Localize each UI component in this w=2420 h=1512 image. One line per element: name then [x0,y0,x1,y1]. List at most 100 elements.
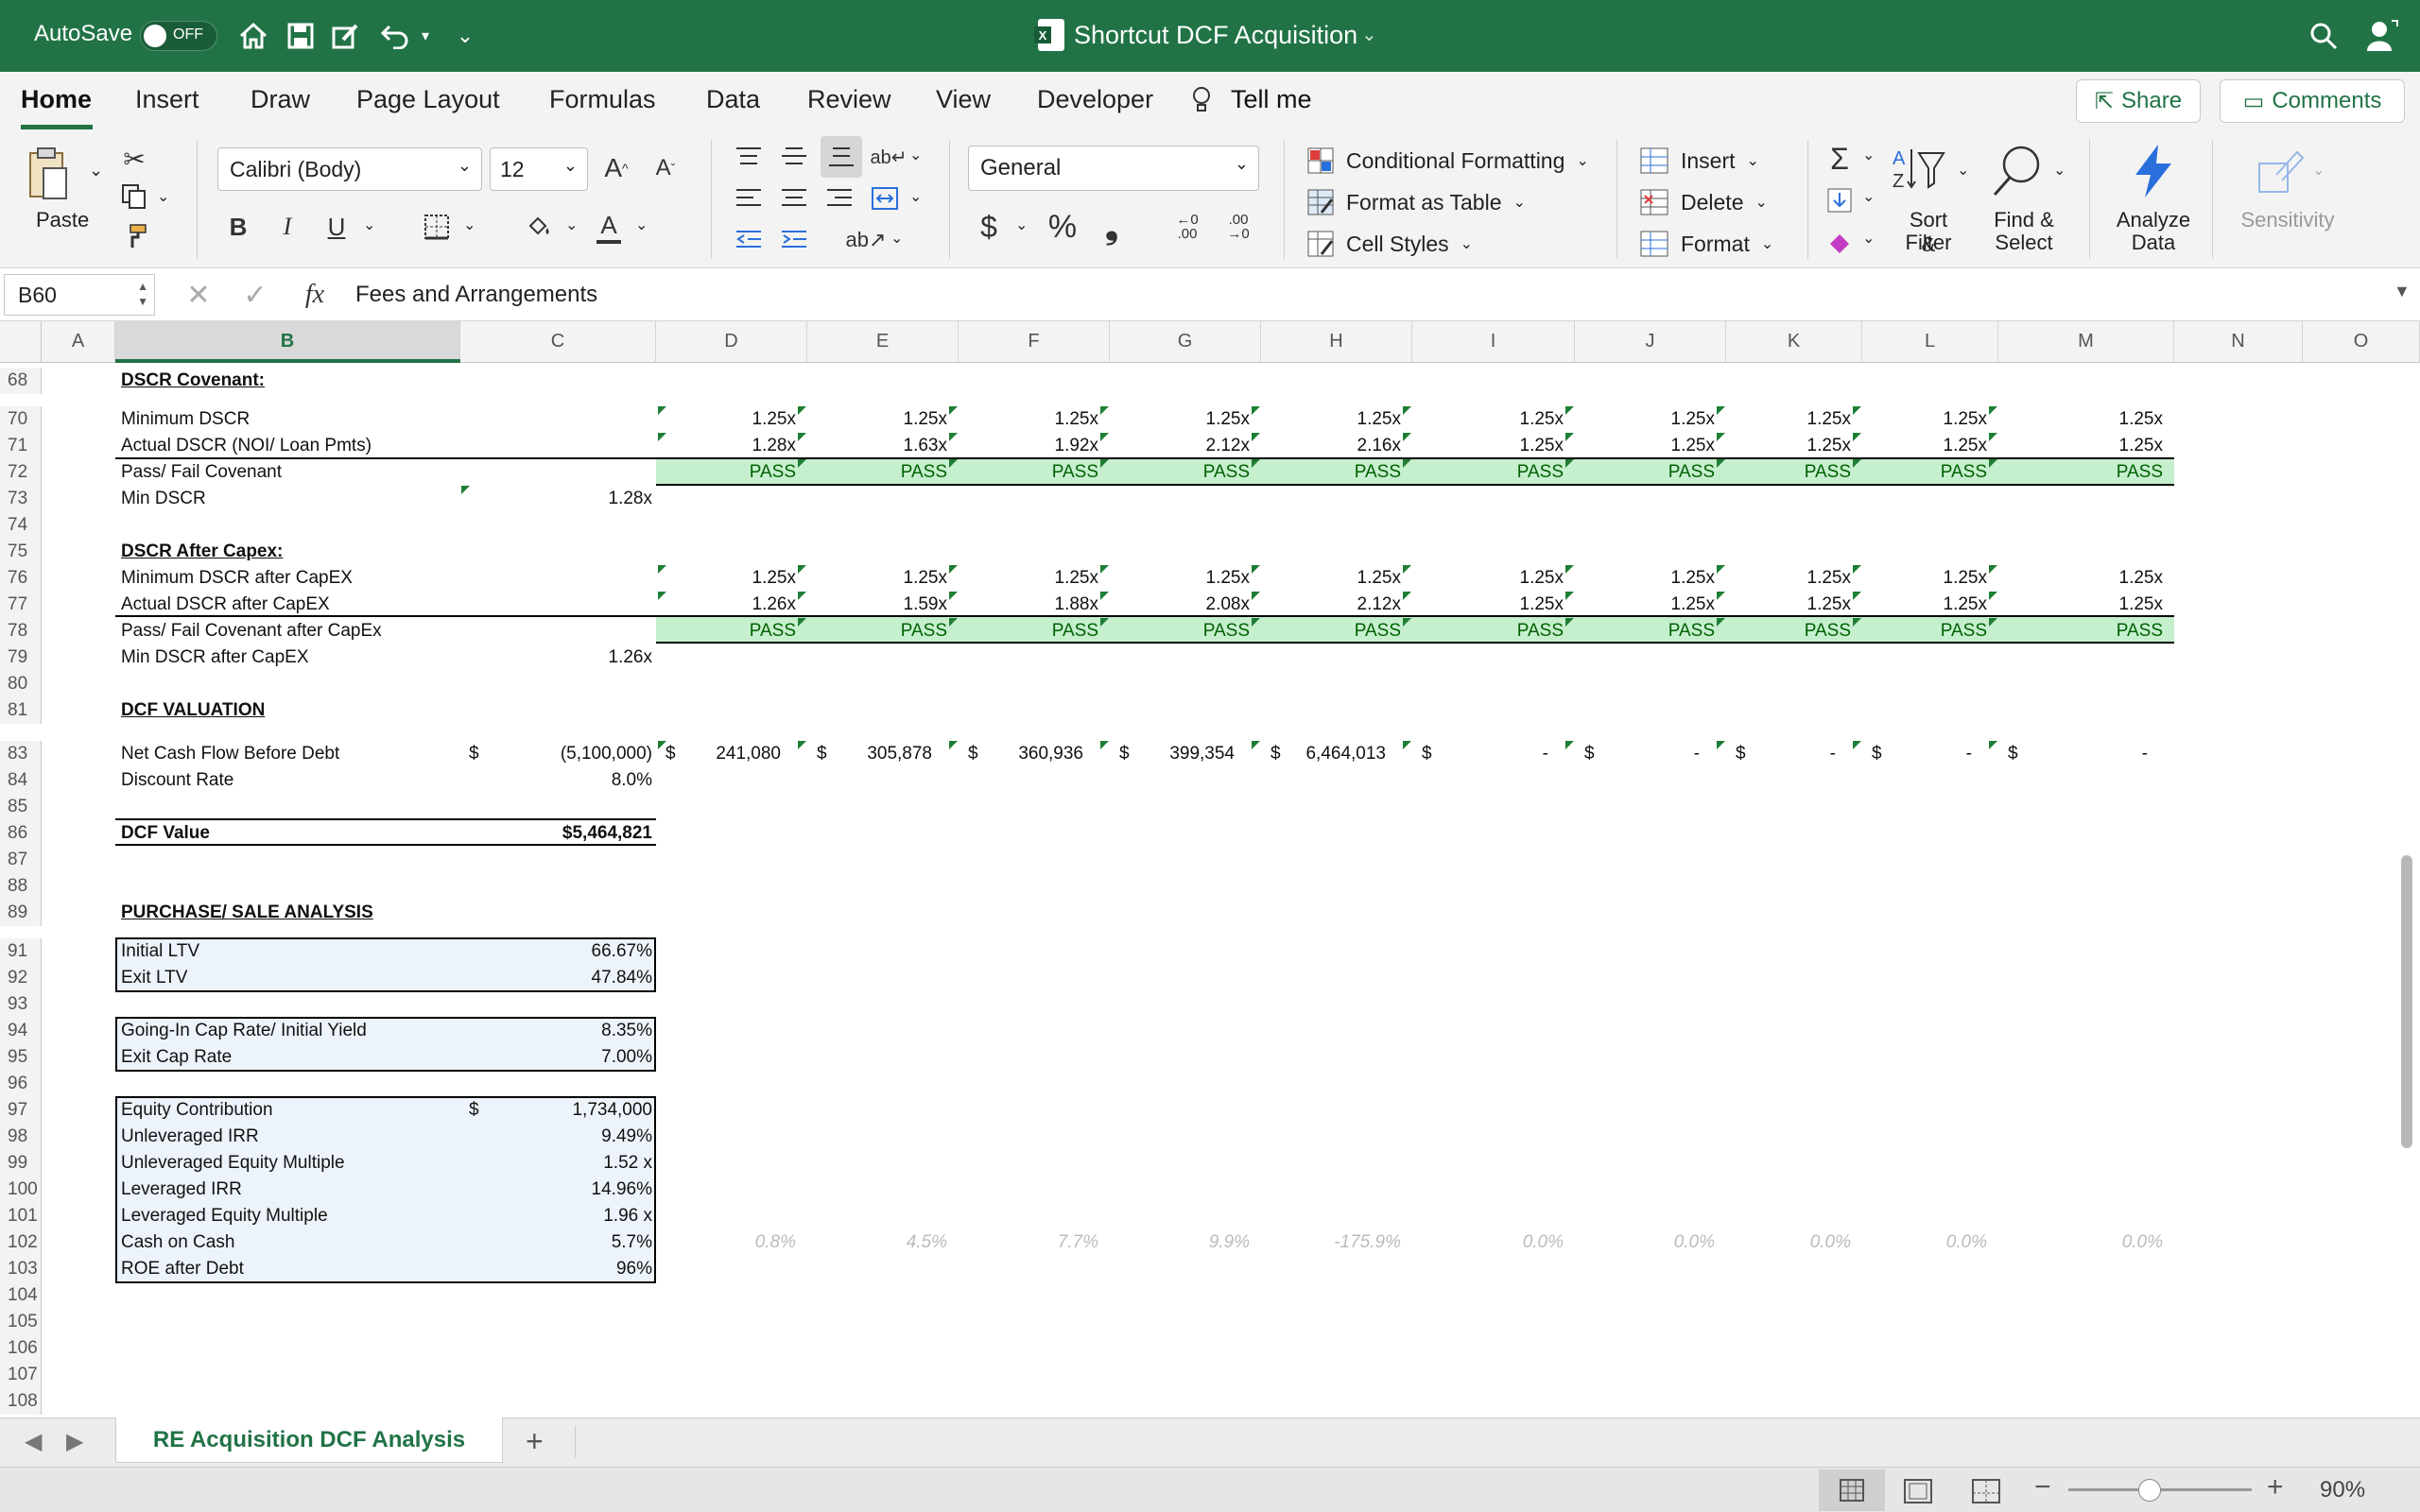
confirm-entry-icon[interactable]: ✓ [236,276,274,314]
row-header-93[interactable]: 93 [0,991,42,1018]
orientation-dropdown-icon[interactable]: ⌄ [890,229,903,248]
copy-dropdown-icon[interactable]: ⌄ [157,187,169,206]
pass-capex-cell-7[interactable]: PASS [1575,618,1715,644]
spreadsheet-grid[interactable]: ABCDEFGHIJKLMNO 68 70 71 72 73 74 75 76 77 78 79 80… [0,321,2420,1418]
label-dcf-valuation[interactable]: DCF VALUATION [121,697,457,724]
value-exit-ltv[interactable]: 47.84% [460,965,652,991]
value-roe[interactable]: 96% [460,1256,652,1282]
undo-dropdown-icon[interactable]: ▾ [416,25,435,47]
align-bottom-icon[interactable] [821,136,862,178]
pass-capex-cell-2[interactable]: PASS [807,618,947,644]
min-dscr-cell-2[interactable]: 1.25x [807,406,947,433]
actual-dscr-capex-cell-6[interactable]: 1.25x [1412,592,1564,618]
label-dscr-covenant[interactable]: DSCR Covenant: [121,368,457,394]
column-header-c[interactable]: C [460,321,656,363]
align-middle-icon[interactable] [777,140,811,174]
tab-review[interactable]: Review [807,85,891,114]
row-header-76[interactable]: 76 [0,565,42,592]
row-header-78[interactable]: 78 [0,618,42,644]
pass-cell-7[interactable]: PASS [1575,459,1715,486]
actual-dscr-cell-1[interactable]: 1.28x [656,433,796,459]
column-header-e[interactable]: E [807,321,959,363]
cell-styles-button[interactable]: Cell Styles ⌄ [1306,225,1473,263]
find-dropdown-icon[interactable]: ⌄ [2053,161,2066,180]
label-dcf-value[interactable]: DCF Value [121,820,457,847]
value-lev-multiple[interactable]: 1.96 x [460,1203,652,1229]
label-roe[interactable]: ROE after Debt [121,1256,457,1282]
value-min-dscr[interactable]: 1.28x [460,486,652,512]
row-header-77[interactable]: 77 [0,592,42,618]
label-cash-on-cash[interactable]: Cash on Cash [121,1229,457,1256]
conditional-formatting-button[interactable]: Conditional Formatting ⌄ [1306,142,1589,180]
copy-icon[interactable] [117,180,151,214]
cut-icon[interactable]: ✂ [117,142,151,176]
coc-cell-3[interactable]: 7.7% [959,1229,1098,1256]
row-header-87[interactable]: 87 [0,847,42,873]
wrap-dropdown-icon[interactable]: ⌄ [909,146,922,164]
label-min-dscr[interactable]: Min DSCR [121,486,457,512]
tab-formulas[interactable]: Formulas [549,85,656,114]
tab-page-layout[interactable]: Page Layout [356,85,500,114]
pass-cell-2[interactable]: PASS [807,459,947,486]
ncf-cell-3[interactable]: 360,936 [981,741,1083,767]
row-header-84[interactable]: 84 [0,767,42,794]
font-color-icon[interactable]: A [592,206,626,248]
zoom-level[interactable]: 90% [2320,1477,2365,1503]
min-dscr-cell-10[interactable]: 1.25x [1998,406,2163,433]
row-header-101[interactable]: 101 [0,1203,42,1229]
min-dscr-capex-cell-3[interactable]: 1.25x [959,565,1098,592]
wrap-text-icon[interactable]: ab↵ [871,140,908,174]
row-header-68[interactable]: 68 [0,368,42,394]
min-dscr-capex-cell-8[interactable]: 1.25x [1726,565,1851,592]
row-header-75[interactable]: 75 [0,539,42,565]
sort-dropdown-icon[interactable]: ⌄ [1957,161,1969,180]
ncf-cell-5[interactable]: 6,464,013 [1284,741,1386,767]
row-header-106[interactable]: 106 [0,1335,42,1362]
row-header-96[interactable]: 96 [0,1071,42,1097]
coc-cell-4[interactable]: 9.9% [1110,1229,1250,1256]
label-discount-rate[interactable]: Discount Rate [121,767,457,794]
pass-capex-cell-6[interactable]: PASS [1412,618,1564,644]
actual-dscr-capex-cell-8[interactable]: 1.25x [1726,592,1851,618]
fill-dropdown-icon[interactable]: ⌄ [1862,187,1875,206]
pass-cell-10[interactable]: PASS [1998,459,2163,486]
value-cash-on-cash[interactable]: 5.7% [460,1229,652,1256]
coc-cell-8[interactable]: 0.0% [1726,1229,1851,1256]
actual-dscr-cell-10[interactable]: 1.25x [1998,433,2163,459]
min-dscr-cell-9[interactable]: 1.25x [1862,406,1987,433]
min-dscr-capex-cell-2[interactable]: 1.25x [807,565,947,592]
value-discount-rate[interactable]: 8.0% [460,767,652,794]
actual-dscr-capex-cell-2[interactable]: 1.59x [807,592,947,618]
coc-cell-9[interactable]: 0.0% [1862,1229,1987,1256]
pass-cell-4[interactable]: PASS [1110,459,1250,486]
label-exit-cap[interactable]: Exit Cap Rate [121,1044,457,1071]
row-header-73[interactable]: 73 [0,486,42,512]
tab-data[interactable]: Data [706,85,760,114]
delete-cells-button[interactable]: Delete ⌄ [1639,183,1768,221]
merge-dropdown-icon[interactable]: ⌄ [909,187,922,206]
page-break-view-icon[interactable] [1972,1479,2000,1503]
row-header-92[interactable]: 92 [0,965,42,991]
min-dscr-cell-1[interactable]: 1.25x [656,406,796,433]
format-as-table-button[interactable]: Format as Table ⌄ [1306,183,1526,221]
column-header-j[interactable]: J [1575,321,1726,363]
column-header-n[interactable]: N [2174,321,2303,363]
row-header-74[interactable]: 74 [0,512,42,539]
min-dscr-capex-cell-7[interactable]: 1.25x [1575,565,1715,592]
coc-cell-7[interactable]: 0.0% [1575,1229,1715,1256]
autosave-toggle[interactable]: OFF [140,21,217,51]
tab-developer[interactable]: Developer [1037,85,1153,114]
borders-dropdown-icon[interactable]: ⌄ [463,215,475,234]
pass-cell-5[interactable]: PASS [1261,459,1401,486]
find-select-icon[interactable] [1989,142,2046,198]
search-icon[interactable] [2305,17,2342,55]
paste-icon[interactable] [26,146,70,204]
pass-cell-6[interactable]: PASS [1412,459,1564,486]
ncf-cell-4[interactable]: 399,354 [1132,741,1235,767]
font-color-dropdown-icon[interactable]: ⌄ [635,215,648,234]
tab-view[interactable]: View [936,85,991,114]
fill-color-icon[interactable] [522,208,556,246]
min-dscr-capex-cell-10[interactable]: 1.25x [1998,565,2163,592]
normal-view-button[interactable] [1819,1469,1885,1511]
min-dscr-capex-cell-1[interactable]: 1.25x [656,565,796,592]
